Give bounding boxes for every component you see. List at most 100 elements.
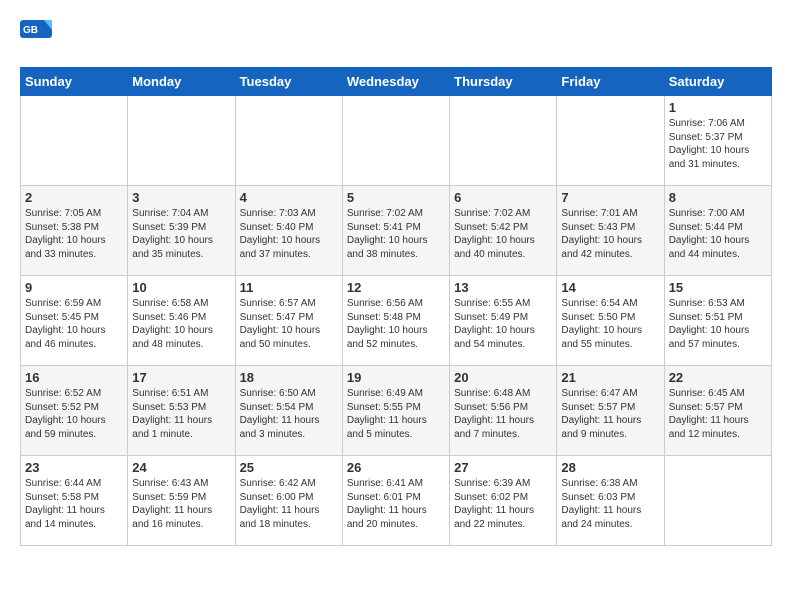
- day-info: Sunrise: 6:45 AM Sunset: 5:57 PM Dayligh…: [669, 387, 767, 441]
- calendar-cell: 28 Sunrise: 6:38 AM Sunset: 6:03 PM Dayli…: [557, 456, 664, 546]
- day-number: 12: [347, 280, 445, 295]
- day-info: Sunrise: 7:02 AM Sunset: 5:41 PM Dayligh…: [347, 207, 445, 261]
- calendar-cell: 16 Sunrise: 6:52 AM Sunset: 5:52 PM Dayli…: [21, 366, 128, 456]
- calendar-cell: 23 Sunrise: 6:44 AM Sunset: 5:58 PM Dayli…: [21, 456, 128, 546]
- calendar-cell: 22 Sunrise: 6:45 AM Sunset: 5:57 PM Dayli…: [664, 366, 771, 456]
- calendar-cell: [235, 96, 342, 186]
- day-info: Sunrise: 7:06 AM Sunset: 5:37 PM Dayligh…: [669, 117, 767, 171]
- calendar-cell: 13Sunrise: 6:55 AM Sunset: 5:49 PM Dayli…: [450, 276, 557, 366]
- day-number: 24: [132, 460, 230, 475]
- day-number: 28: [561, 460, 659, 475]
- day-number: 9: [25, 280, 123, 295]
- col-header-sunday: Sunday: [21, 68, 128, 96]
- calendar-cell: 3 Sunrise: 7:04 AM Sunset: 5:39 PM Daylig…: [128, 186, 235, 276]
- day-info: Sunrise: 6:57 AM Sunset: 5:47 PM Dayligh…: [240, 297, 338, 351]
- day-number: 23: [25, 460, 123, 475]
- svg-text:GB: GB: [23, 25, 38, 36]
- calendar-cell: 26 Sunrise: 6:41 AM Sunset: 6:01 PM Dayli…: [342, 456, 449, 546]
- day-number: 16: [25, 370, 123, 385]
- calendar-cell: 11 Sunrise: 6:57 AM Sunset: 5:47 PM Dayli…: [235, 276, 342, 366]
- col-header-saturday: Saturday: [664, 68, 771, 96]
- calendar-week-4: 16 Sunrise: 6:52 AM Sunset: 5:52 PM Dayli…: [21, 366, 772, 456]
- day-info: Sunrise: 6:49 AM Sunset: 5:55 PM Dayligh…: [347, 387, 445, 441]
- day-info: Sunrise: 6:54 AM Sunset: 5:50 PM Dayligh…: [561, 297, 659, 351]
- calendar-cell: 25 Sunrise: 6:42 AM Sunset: 6:00 PM Dayli…: [235, 456, 342, 546]
- calendar-cell: 1 Sunrise: 7:06 AM Sunset: 5:37 PM Daylig…: [664, 96, 771, 186]
- calendar-week-1: 1 Sunrise: 7:06 AM Sunset: 5:37 PM Daylig…: [21, 96, 772, 186]
- col-header-wednesday: Wednesday: [342, 68, 449, 96]
- calendar-week-2: 2Sunrise: 7:05 AM Sunset: 5:38 PM Daylig…: [21, 186, 772, 276]
- col-header-tuesday: Tuesday: [235, 68, 342, 96]
- calendar-header-row: SundayMondayTuesdayWednesdayThursdayFrid…: [21, 68, 772, 96]
- col-header-friday: Friday: [557, 68, 664, 96]
- day-number: 27: [454, 460, 552, 475]
- calendar-cell: [450, 96, 557, 186]
- day-info: Sunrise: 6:51 AM Sunset: 5:53 PM Dayligh…: [132, 387, 230, 441]
- day-info: Sunrise: 6:38 AM Sunset: 6:03 PM Dayligh…: [561, 477, 659, 531]
- day-info: Sunrise: 6:56 AM Sunset: 5:48 PM Dayligh…: [347, 297, 445, 351]
- day-info: Sunrise: 6:41 AM Sunset: 6:01 PM Dayligh…: [347, 477, 445, 531]
- day-number: 18: [240, 370, 338, 385]
- day-number: 5: [347, 190, 445, 205]
- day-number: 22: [669, 370, 767, 385]
- day-number: 8: [669, 190, 767, 205]
- day-number: 25: [240, 460, 338, 475]
- calendar-cell: 10 Sunrise: 6:58 AM Sunset: 5:46 PM Dayli…: [128, 276, 235, 366]
- day-info: Sunrise: 6:47 AM Sunset: 5:57 PM Dayligh…: [561, 387, 659, 441]
- day-number: 19: [347, 370, 445, 385]
- day-number: 3: [132, 190, 230, 205]
- day-info: Sunrise: 7:04 AM Sunset: 5:39 PM Dayligh…: [132, 207, 230, 261]
- day-number: 10: [132, 280, 230, 295]
- calendar-week-5: 23 Sunrise: 6:44 AM Sunset: 5:58 PM Dayli…: [21, 456, 772, 546]
- day-info: Sunrise: 6:58 AM Sunset: 5:46 PM Dayligh…: [132, 297, 230, 351]
- day-info: Sunrise: 6:50 AM Sunset: 5:54 PM Dayligh…: [240, 387, 338, 441]
- day-number: 17: [132, 370, 230, 385]
- day-number: 11: [240, 280, 338, 295]
- calendar-cell: 4 Sunrise: 7:03 AM Sunset: 5:40 PM Daylig…: [235, 186, 342, 276]
- calendar-cell: 5 Sunrise: 7:02 AM Sunset: 5:41 PM Daylig…: [342, 186, 449, 276]
- day-number: 13: [454, 280, 552, 295]
- day-info: Sunrise: 7:00 AM Sunset: 5:44 PM Dayligh…: [669, 207, 767, 261]
- calendar-cell: 24 Sunrise: 6:43 AM Sunset: 5:59 PM Dayli…: [128, 456, 235, 546]
- calendar-cell: [128, 96, 235, 186]
- day-info: Sunrise: 7:02 AM Sunset: 5:42 PM Dayligh…: [454, 207, 552, 261]
- calendar-cell: [557, 96, 664, 186]
- day-number: 2: [25, 190, 123, 205]
- calendar-cell: 8 Sunrise: 7:00 AM Sunset: 5:44 PM Daylig…: [664, 186, 771, 276]
- calendar-week-3: 9 Sunrise: 6:59 AM Sunset: 5:45 PM Daylig…: [21, 276, 772, 366]
- day-info: Sunrise: 7:01 AM Sunset: 5:43 PM Dayligh…: [561, 207, 659, 261]
- calendar-cell: [21, 96, 128, 186]
- calendar-cell: 21 Sunrise: 6:47 AM Sunset: 5:57 PM Dayli…: [557, 366, 664, 456]
- calendar-cell: 15 Sunrise: 6:53 AM Sunset: 5:51 PM Dayli…: [664, 276, 771, 366]
- calendar-cell: 6Sunrise: 7:02 AM Sunset: 5:42 PM Daylig…: [450, 186, 557, 276]
- day-info: Sunrise: 6:53 AM Sunset: 5:51 PM Dayligh…: [669, 297, 767, 351]
- calendar-cell: 17 Sunrise: 6:51 AM Sunset: 5:53 PM Dayli…: [128, 366, 235, 456]
- logo: GB: [20, 20, 56, 57]
- calendar-table: SundayMondayTuesdayWednesdayThursdayFrid…: [20, 67, 772, 546]
- day-info: Sunrise: 6:42 AM Sunset: 6:00 PM Dayligh…: [240, 477, 338, 531]
- calendar-cell: 12 Sunrise: 6:56 AM Sunset: 5:48 PM Dayli…: [342, 276, 449, 366]
- day-number: 15: [669, 280, 767, 295]
- calendar-cell: 9 Sunrise: 6:59 AM Sunset: 5:45 PM Daylig…: [21, 276, 128, 366]
- day-info: Sunrise: 6:48 AM Sunset: 5:56 PM Dayligh…: [454, 387, 552, 441]
- calendar-cell: 19 Sunrise: 6:49 AM Sunset: 5:55 PM Dayli…: [342, 366, 449, 456]
- day-info: Sunrise: 7:03 AM Sunset: 5:40 PM Dayligh…: [240, 207, 338, 261]
- calendar-cell: 20 Sunrise: 6:48 AM Sunset: 5:56 PM Dayli…: [450, 366, 557, 456]
- day-number: 26: [347, 460, 445, 475]
- calendar-cell: [664, 456, 771, 546]
- day-number: 21: [561, 370, 659, 385]
- calendar-cell: 7Sunrise: 7:01 AM Sunset: 5:43 PM Daylig…: [557, 186, 664, 276]
- day-info: Sunrise: 6:43 AM Sunset: 5:59 PM Dayligh…: [132, 477, 230, 531]
- calendar-cell: [342, 96, 449, 186]
- col-header-monday: Monday: [128, 68, 235, 96]
- day-info: Sunrise: 6:52 AM Sunset: 5:52 PM Dayligh…: [25, 387, 123, 441]
- calendar-cell: 2Sunrise: 7:05 AM Sunset: 5:38 PM Daylig…: [21, 186, 128, 276]
- day-info: Sunrise: 6:44 AM Sunset: 5:58 PM Dayligh…: [25, 477, 123, 531]
- col-header-thursday: Thursday: [450, 68, 557, 96]
- calendar-cell: 27Sunrise: 6:39 AM Sunset: 6:02 PM Dayli…: [450, 456, 557, 546]
- day-number: 20: [454, 370, 552, 385]
- day-number: 1: [669, 100, 767, 115]
- day-info: Sunrise: 6:59 AM Sunset: 5:45 PM Dayligh…: [25, 297, 123, 351]
- day-number: 4: [240, 190, 338, 205]
- calendar-cell: 18 Sunrise: 6:50 AM Sunset: 5:54 PM Dayli…: [235, 366, 342, 456]
